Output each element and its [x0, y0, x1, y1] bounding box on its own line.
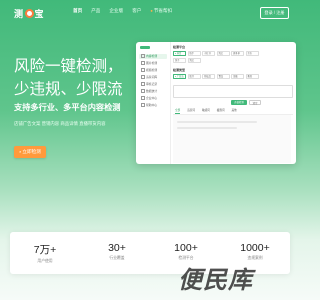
mock-side-item: 违禁词库 — [139, 75, 167, 80]
nav-promo[interactable]: 节省帮扣 — [150, 8, 172, 14]
mock-result-tabs: 全部 违禁词 敏感词 极限词 其他 — [173, 108, 293, 115]
mock-result-tab: 其他 — [231, 109, 237, 112]
logo-mark-icon — [24, 9, 34, 18]
start-detect-label: 立即检测 — [22, 149, 41, 154]
mock-result-tab: 敏感词 — [201, 109, 210, 112]
mock-placeholder-line — [177, 121, 257, 123]
mock-section-label: 检测类型 — [173, 68, 186, 72]
mock-options-row: 快手 淘宝 — [173, 58, 201, 63]
stat-item: 30+ 行业覆盖 — [87, 242, 147, 261]
mock-side-item: 帮助中心 — [139, 103, 167, 108]
mock-option: 快手 — [187, 51, 201, 56]
mock-option: 广告法 — [173, 74, 186, 79]
mock-placeholder-line — [177, 127, 237, 129]
nav-home[interactable]: 首页 — [73, 8, 82, 14]
mock-text-input — [173, 85, 293, 98]
product-screenshot: 内容检测 图片检测 视频检测 违禁词库 审核记录 数据统计 企业中心 帮助中心 … — [136, 42, 296, 164]
mock-sidebar: 内容检测 图片检测 视频检测 违禁词库 审核记录 数据统计 企业中心 帮助中心 — [136, 42, 171, 164]
mock-side-item: 内容检测 — [139, 54, 167, 59]
stat-number: 30+ — [108, 242, 126, 254]
mock-section-label: 检测平台 — [173, 45, 186, 49]
site-logo[interactable]: 测 宝 — [14, 7, 44, 20]
stat-number: 1000+ — [240, 242, 270, 254]
nav-enterprise[interactable]: 企业版 — [109, 8, 123, 14]
hero-subtitle: 支持多行业、多平台内容检测 — [14, 103, 121, 112]
main-nav: 首页 产品 企业版 客户 节省帮扣 — [73, 8, 172, 14]
stat-number: 100+ — [174, 242, 198, 254]
mock-side-item: 视频检测 — [139, 68, 167, 73]
stat-label: 用户使用 — [37, 259, 53, 263]
mock-option: 快手 — [173, 58, 186, 63]
mock-option: 医疗 — [187, 74, 201, 79]
mock-option: 金融 — [231, 74, 244, 79]
stat-label: 行业覆盖 — [109, 256, 125, 260]
login-register-button[interactable]: 登录 / 注册 — [260, 7, 289, 19]
mock-logo — [140, 46, 150, 49]
mock-option: 化妆品 — [202, 74, 215, 79]
mock-clear-button: 清空 — [249, 100, 261, 105]
logo-text-left: 测 — [14, 9, 24, 19]
mock-option: 淘宝 — [187, 58, 201, 63]
mock-side-item: 数据统计 — [139, 89, 167, 94]
mock-option: 淘宝 — [216, 51, 230, 56]
hero-title: 风险一键检测，少违规、少限流 — [14, 58, 123, 98]
mock-options-row: 抖音 快手 小红书 淘宝 拼多多 京东 — [173, 51, 259, 56]
mock-result-tab: 极限词 — [216, 109, 225, 112]
nav-customers[interactable]: 客户 — [132, 8, 141, 14]
start-detect-button[interactable]: ⌕立即检测 — [14, 146, 46, 158]
nav-products[interactable]: 产品 — [91, 8, 100, 14]
mock-options-row: 广告法 医疗 化妆品 食品 金融 教育 — [173, 74, 259, 79]
stat-item: 100+ 检测平台 — [156, 242, 216, 261]
mock-result-tab: 全部 — [175, 109, 181, 114]
logo-text-right: 宝 — [34, 9, 45, 19]
stat-item: 7万+ 用户使用 — [15, 242, 75, 264]
hero-tags: 店铺广告文案 营销内容 商品详情 直播带货内容 — [14, 121, 106, 126]
mock-option: 抖音 — [173, 51, 186, 56]
mock-option: 京东 — [245, 51, 259, 56]
mock-result-tab: 违禁词 — [187, 109, 195, 112]
mock-side-item: 图片检测 — [139, 61, 167, 66]
mock-option: 食品 — [216, 74, 230, 79]
mock-result-area — [173, 115, 291, 163]
mock-option: 拼多多 — [231, 51, 244, 56]
stat-number: 7万+ — [33, 244, 57, 256]
stat-item: 1000+ 违规案例 — [225, 242, 285, 261]
top-navigation: 测 宝 首页 产品 企业版 客户 节省帮扣 登录 / 注册 — [0, 0, 300, 26]
mock-start-button: 开始检测 — [231, 100, 247, 105]
mock-side-item: 企业中心 — [139, 96, 167, 101]
mock-side-item: 审核记录 — [139, 82, 167, 87]
watermark-text: 便民库 — [178, 267, 253, 294]
mock-main: 检测平台 抖音 快手 小红书 淘宝 拼多多 京东 快手 淘宝 检测类型 广告法 … — [173, 42, 294, 164]
mock-option: 小红书 — [202, 51, 215, 56]
mock-option: 教育 — [245, 74, 259, 79]
